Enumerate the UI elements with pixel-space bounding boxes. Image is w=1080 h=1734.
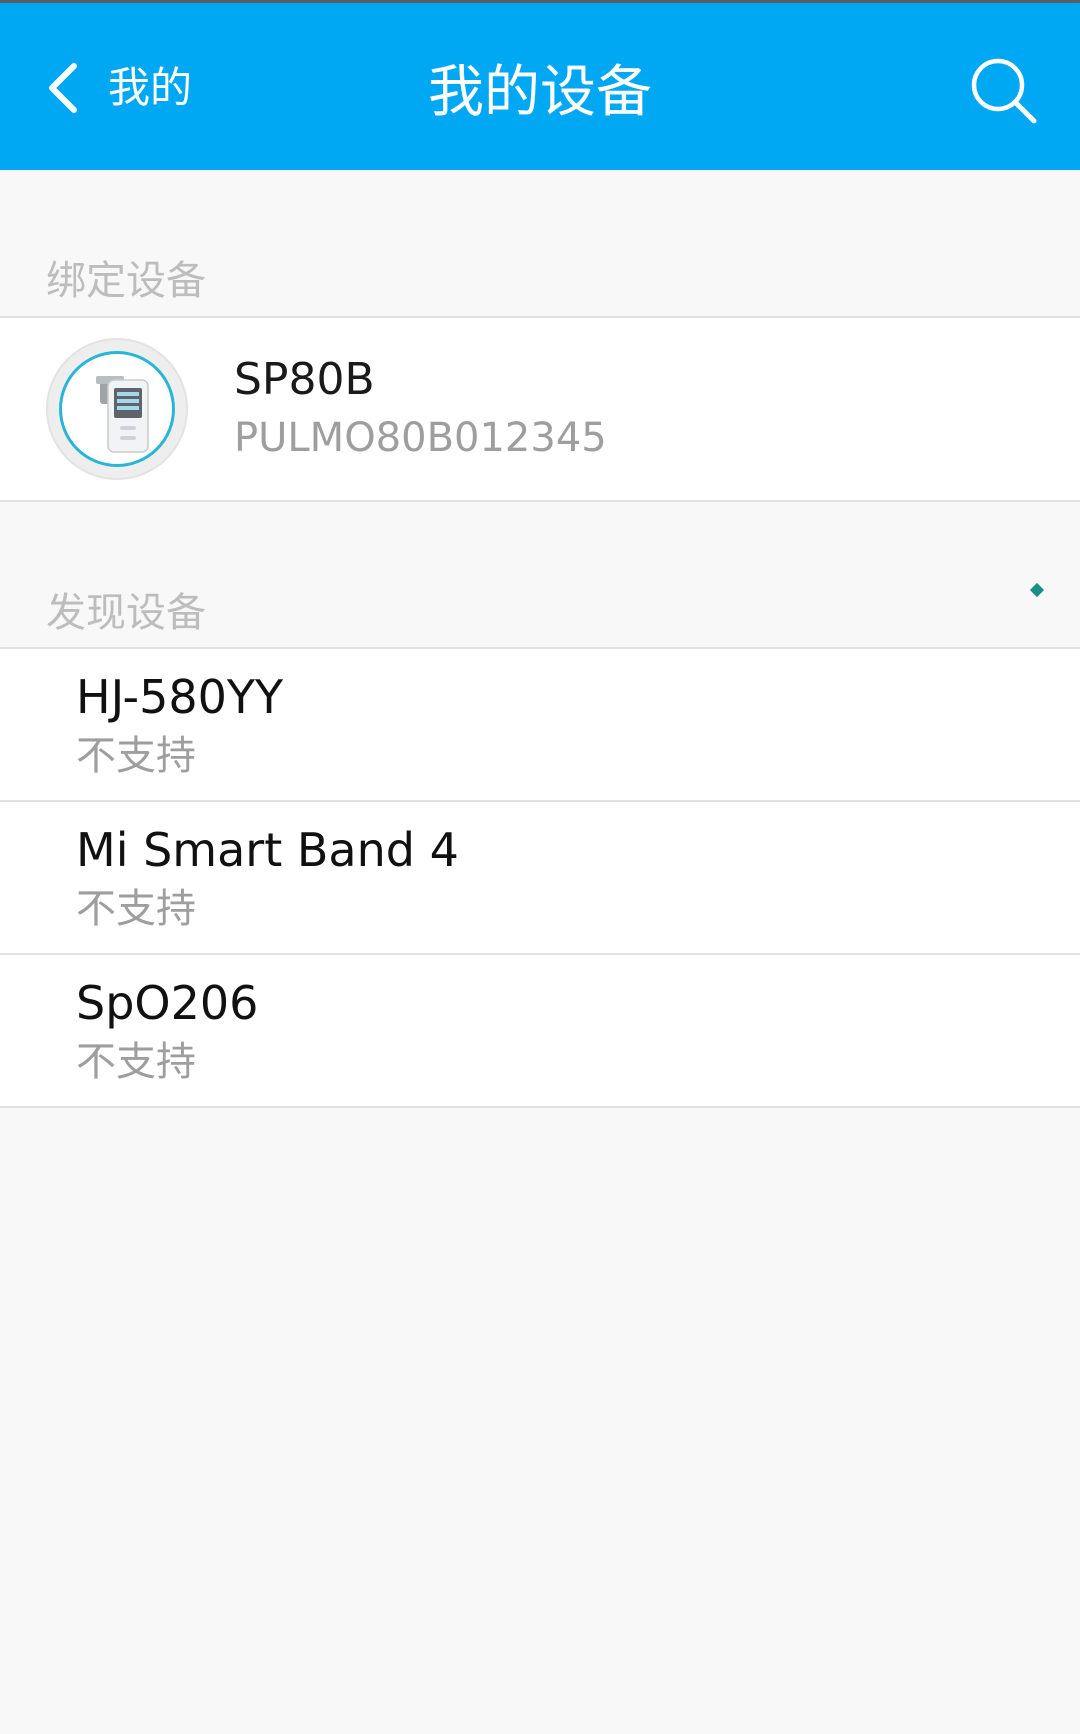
bound-device-id: PULMO80B012345 [234,415,607,461]
found-device-status: 不支持 [76,733,196,779]
found-device-row[interactable]: HJ-580YY 不支持 [0,649,1080,800]
found-device-status: 不支持 [76,1039,196,1085]
bound-device-name: SP80B [234,354,375,405]
loading-indicator [1029,582,1045,598]
search-icon [971,58,1037,124]
app-header: 我的 我的设备 [0,3,1080,170]
bound-section-label: 绑定设备 [46,258,206,304]
divider [0,1106,1080,1108]
bound-device-row[interactable]: SP80B PULMO80B012345 [0,318,1080,500]
page-title: 我的设备 [428,60,652,125]
found-section-label: 发现设备 [46,590,206,636]
device-avatar [46,338,188,480]
divider [0,500,1080,502]
found-device-name: HJ-580YY [76,670,284,724]
found-device-status: 不支持 [76,886,196,932]
spirometer-device-icon [96,376,149,453]
found-device-name: SpO206 [76,976,259,1030]
found-device-row[interactable]: SpO206 不支持 [0,955,1080,1106]
found-device-name: Mi Smart Band 4 [76,823,459,877]
search-button[interactable] [968,55,1040,127]
found-device-row[interactable]: Mi Smart Band 4 不支持 [0,802,1080,953]
